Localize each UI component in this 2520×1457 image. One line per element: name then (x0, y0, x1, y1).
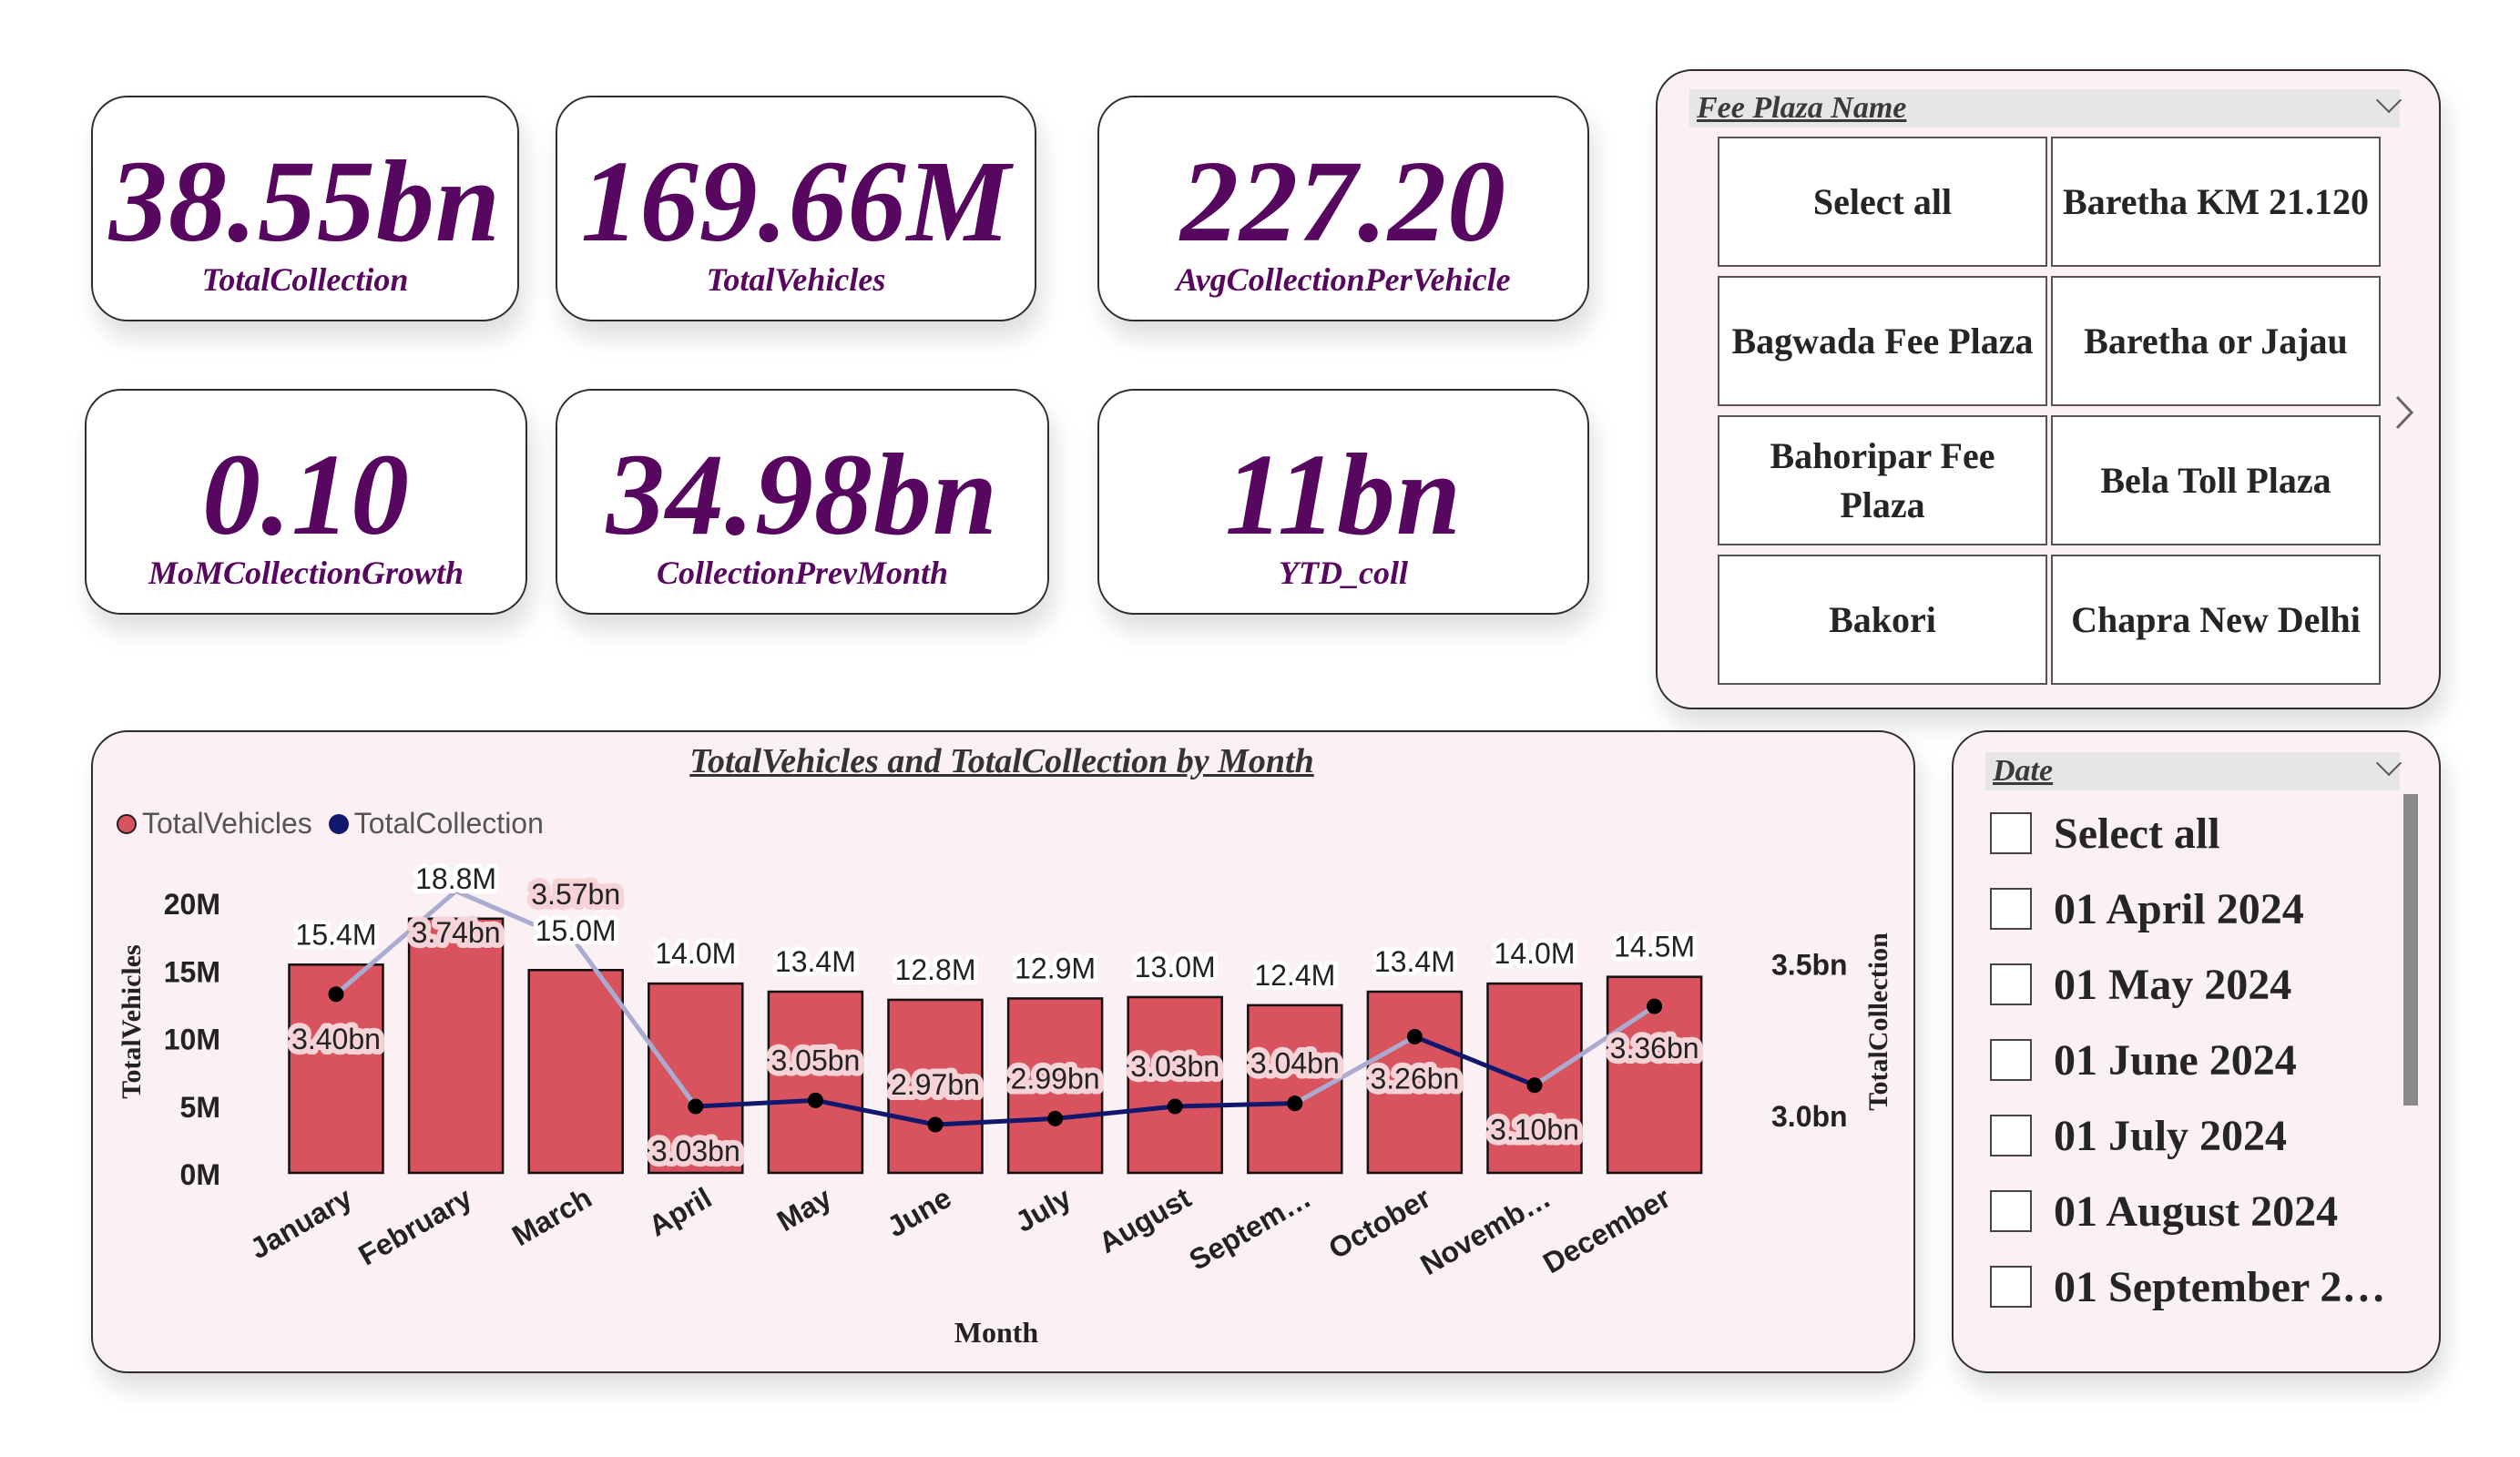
line-point[interactable] (1047, 1110, 1064, 1126)
y2-axis-tick-label: 3.5bn (1771, 949, 1848, 982)
date-item[interactable]: 01 August 2024 (1990, 1184, 2338, 1238)
x-axis-tick-label: January (244, 1181, 357, 1266)
x-axis-tick-label: February (353, 1181, 478, 1272)
date-label: 01 September 2… (2054, 1262, 2386, 1311)
line-point[interactable] (1167, 1098, 1183, 1115)
y-axis-tick-label: 15M (164, 955, 220, 988)
x-axis-tick-label: August (1093, 1181, 1197, 1259)
checkbox[interactable] (1990, 1190, 2032, 1232)
date-slicer-header[interactable]: Date (1985, 752, 2400, 790)
date-slicer-title: Date (1993, 754, 2054, 788)
x-axis-tick-label: December (1537, 1181, 1676, 1280)
date-label: 01 May 2024 (2054, 960, 2292, 1009)
bar-data-label: 14.0M (1495, 937, 1576, 970)
bar-data-label: 15.0M (536, 914, 617, 947)
bar-data-label: 14.5M (1614, 931, 1695, 963)
y-axis-tick-label: 10M (164, 1024, 220, 1056)
y-axis-title: TotalVehicles (117, 944, 147, 1098)
line-point[interactable] (1287, 1095, 1303, 1112)
date-item[interactable]: 01 July 2024 (1990, 1108, 2287, 1163)
bar[interactable] (1127, 995, 1223, 1175)
bar[interactable] (527, 969, 624, 1175)
date-item[interactable]: 01 May 2024 (1990, 957, 2291, 1012)
line-segment (1175, 1101, 1295, 1109)
bar-data-label: 12.8M (895, 953, 976, 986)
line-data-label: 3.04bn (1250, 1047, 1340, 1080)
bar-data-label: 13.4M (775, 945, 856, 978)
y2-axis-tick-label: 3.0bn (1771, 1100, 1848, 1133)
x-axis-tick-label: Novemb… (1414, 1181, 1556, 1281)
date-label: Select all (2054, 809, 2220, 858)
checkbox[interactable] (1990, 963, 2032, 1005)
checkbox[interactable] (1990, 1115, 2032, 1156)
bar-data-label: 18.8M (415, 862, 496, 895)
line-data-label: 3.40bn (291, 1023, 381, 1055)
bar-data-label: 14.0M (655, 937, 736, 970)
x-axis-tick-label: March (506, 1181, 597, 1252)
date-label: 01 August 2024 (2054, 1187, 2339, 1236)
x-axis-tick-label: June (882, 1181, 957, 1244)
y-axis-tick-label: 20M (164, 888, 220, 921)
x-axis-tick-label: Septem… (1183, 1181, 1316, 1277)
line-data-label: 3.03bn (651, 1135, 740, 1167)
line-data-label: 3.05bn (770, 1044, 860, 1076)
line-data-label: 3.03bn (1130, 1050, 1219, 1083)
date-label: 01 July 2024 (2054, 1111, 2288, 1160)
date-item[interactable]: 01 April 2024 (1990, 881, 2304, 936)
x-axis-tick-label: July (1010, 1181, 1077, 1238)
date-label: 01 April 2024 (2054, 884, 2304, 933)
line-point[interactable] (1526, 1077, 1543, 1094)
bar[interactable] (1247, 1004, 1343, 1175)
line-point[interactable] (807, 1092, 823, 1108)
bar-data-label: 12.9M (1015, 952, 1096, 984)
y-axis-tick-label: 5M (180, 1091, 220, 1124)
bar[interactable] (407, 917, 505, 1175)
date-scrollbar[interactable] (2403, 794, 2418, 1105)
line-point[interactable] (328, 986, 344, 1003)
bar-data-label: 15.4M (296, 918, 377, 951)
date-item-select-all[interactable]: Select all (1990, 806, 2220, 861)
line-data-label: 2.99bn (1011, 1062, 1100, 1095)
checkbox[interactable] (1990, 1039, 2032, 1081)
bar-data-label: 13.4M (1374, 945, 1455, 978)
checkbox[interactable] (1990, 1266, 2032, 1308)
x-axis-tick-label: May (771, 1181, 837, 1238)
bar-data-label: 13.0M (1135, 951, 1216, 983)
date-item[interactable]: 01 June 2024 (1990, 1033, 2297, 1087)
line-data-label: 3.57bn (531, 878, 620, 911)
line-point[interactable] (688, 1098, 704, 1115)
line-data-label: 3.74bn (412, 916, 501, 949)
checkbox[interactable] (1990, 888, 2032, 930)
x-axis-tick-label: April (643, 1181, 717, 1243)
line-point[interactable] (1406, 1028, 1423, 1044)
line-data-label: 3.10bn (1490, 1114, 1579, 1146)
line-data-label: 2.97bn (891, 1068, 980, 1101)
y2-axis-title: TotalCollection (1863, 932, 1893, 1111)
line-point[interactable] (1647, 998, 1663, 1014)
line-point[interactable] (927, 1116, 944, 1133)
date-label: 01 June 2024 (2054, 1035, 2297, 1085)
checkbox[interactable] (1990, 812, 2032, 854)
bar-data-label: 12.4M (1254, 959, 1335, 992)
date-item[interactable]: 01 September 2… (1990, 1259, 2385, 1314)
line-data-label: 3.26bn (1370, 1062, 1459, 1095)
line-data-label: 3.36bn (1610, 1032, 1699, 1065)
x-axis-title: Month (954, 1316, 1039, 1349)
bar[interactable] (767, 990, 864, 1175)
y-axis-tick-label: 0M (180, 1158, 220, 1191)
